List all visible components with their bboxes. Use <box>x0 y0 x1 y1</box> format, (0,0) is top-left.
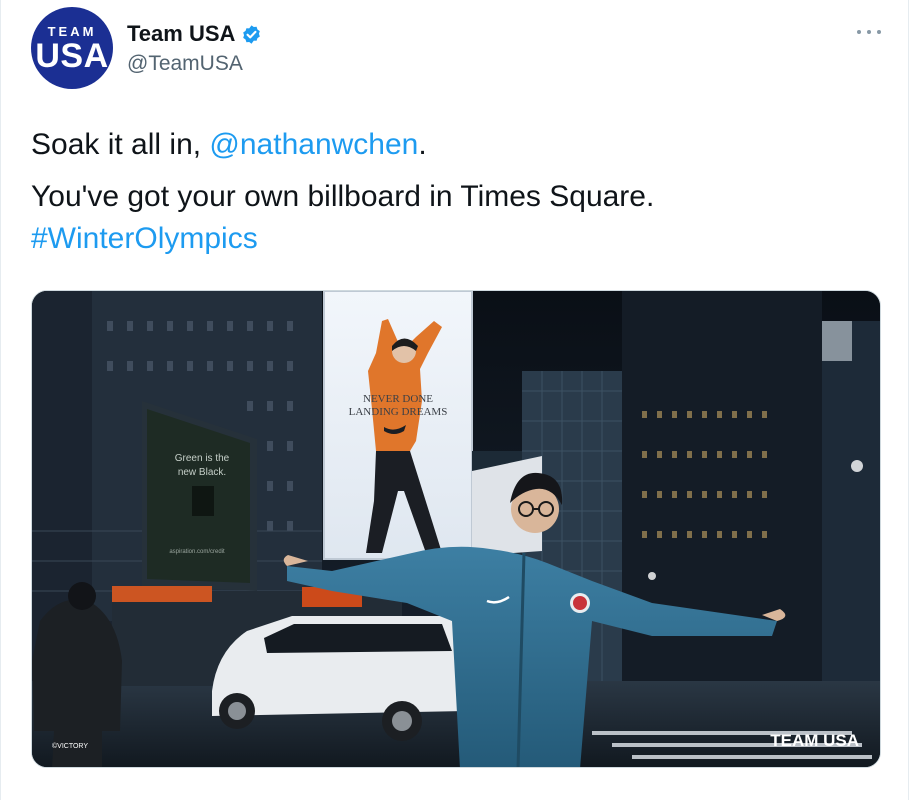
more-dot <box>857 30 861 34</box>
tweet-header: TEAM USA Team USA @TeamUSA <box>31 7 881 91</box>
more-options-icon[interactable] <box>857 23 881 41</box>
tweet-photo[interactable]: Green is the new Black. aspiration.com/c… <box>31 290 881 768</box>
billboard-line-1: NEVER DONE <box>363 393 433 405</box>
verified-badge-icon <box>241 24 262 45</box>
side-billboard-line-2: new Black. <box>178 467 226 478</box>
more-dot <box>867 30 871 34</box>
hashtag-link[interactable]: #WinterOlympics <box>31 222 258 255</box>
photo-credit: ©VICTORY <box>52 742 88 750</box>
team-usa-watermark: TEAM USA <box>770 731 859 750</box>
side-billboard-line-1: Green is the <box>175 453 230 464</box>
billboard-line-2: LANDING DREAMS <box>349 406 448 418</box>
side-billboard-url: aspiration.com/credit <box>169 549 225 555</box>
tweet-suffix: . <box>418 128 427 161</box>
frame-left-border <box>0 0 1 800</box>
mention-link[interactable]: @nathanwchen <box>209 128 418 161</box>
tweet-line-2: You've got your own billboard in Times S… <box>31 180 655 213</box>
author-names: Team USA @TeamUSA <box>127 20 262 78</box>
display-name-row: Team USA <box>127 20 262 48</box>
more-dot <box>877 30 881 34</box>
photo-scene: Green is the new Black. aspiration.com/c… <box>32 291 880 767</box>
tweet-text: Soak it all in, @nathanwchen. You've got… <box>31 124 881 260</box>
tweet-line-3: #WinterOlympics <box>31 218 881 260</box>
avatar[interactable]: TEAM USA <box>31 7 113 89</box>
handle[interactable]: @TeamUSA <box>127 50 262 78</box>
tweet-line-1: Soak it all in, @nathanwchen. <box>31 124 881 166</box>
avatar-text-bottom: USA <box>35 36 109 75</box>
tweet-prefix: Soak it all in, <box>31 128 210 161</box>
display-name[interactable]: Team USA <box>127 20 235 48</box>
avatar-text-top: TEAM <box>47 23 97 39</box>
